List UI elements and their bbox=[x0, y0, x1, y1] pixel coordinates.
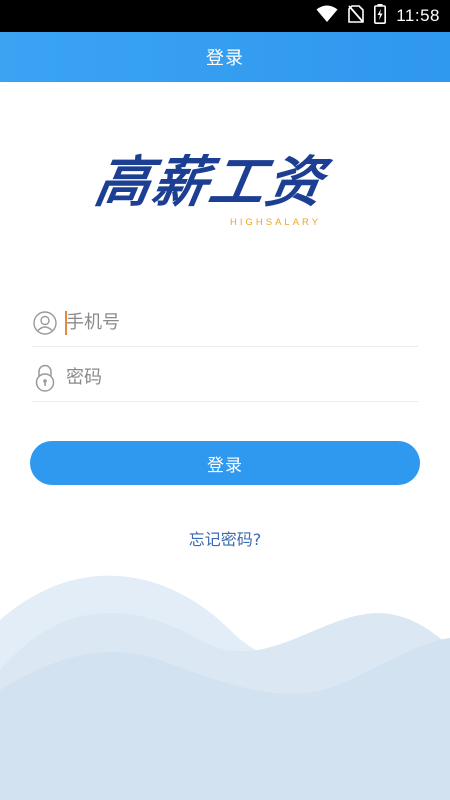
status-icons: 11:58 bbox=[316, 0, 440, 32]
logo-text-en: HIGHSALARY bbox=[230, 217, 322, 228]
user-icon bbox=[32, 308, 58, 338]
app-bar: 登录 bbox=[0, 32, 450, 82]
status-bar: 11:58 bbox=[0, 0, 450, 32]
phone-input[interactable] bbox=[66, 312, 418, 333]
forgot-password-link[interactable]: 忘记密码? bbox=[0, 526, 450, 550]
password-input[interactable] bbox=[66, 367, 418, 388]
text-cursor bbox=[65, 311, 67, 335]
app-logo: 高薪工资 HIGHSALARY bbox=[90, 150, 356, 240]
battery-charging-icon bbox=[374, 4, 387, 28]
no-sim-icon bbox=[348, 5, 365, 27]
decorative-waves bbox=[0, 575, 450, 800]
wifi-icon bbox=[316, 5, 338, 27]
page-title: 登录 bbox=[206, 48, 244, 69]
password-field[interactable] bbox=[32, 354, 418, 402]
lock-icon bbox=[32, 363, 58, 393]
status-time: 11:58 bbox=[396, 6, 440, 25]
logo-text-cn: 高薪工资 bbox=[90, 150, 330, 214]
phone-field[interactable] bbox=[32, 299, 418, 347]
login-button[interactable]: 登录 bbox=[30, 441, 420, 485]
